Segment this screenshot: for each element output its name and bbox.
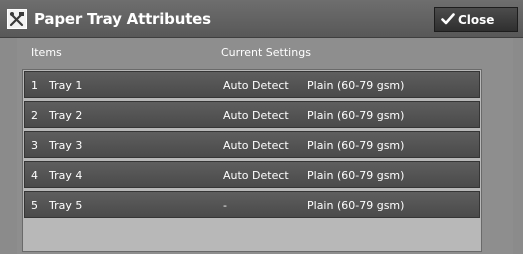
tray-number: 1 — [31, 79, 38, 92]
tray-detect-setting: Auto Detect — [223, 169, 289, 182]
close-button[interactable]: Close — [434, 7, 518, 32]
tray-name: Tray 3 — [49, 139, 83, 152]
page-title: Paper Tray Attributes — [34, 10, 211, 28]
tray-detect-setting: Auto Detect — [223, 109, 289, 122]
tray-paper-setting: Plain (60-79 gsm) — [307, 79, 405, 92]
tray-row-1[interactable]: 1 Tray 1 Auto Detect Plain (60-79 gsm) — [24, 71, 480, 98]
tray-number: 2 — [31, 109, 38, 122]
tray-paper-setting: Plain (60-79 gsm) — [307, 139, 405, 152]
tray-name: Tray 2 — [49, 109, 83, 122]
tray-row-4[interactable]: 4 Tray 4 Auto Detect Plain (60-79 gsm) — [24, 161, 480, 188]
tray-number: 3 — [31, 139, 38, 152]
tray-name: Tray 1 — [49, 79, 83, 92]
tray-attributes-panel: Items Current Settings 1 Tray 1 Auto Det… — [17, 38, 513, 254]
tray-list: 1 Tray 1 Auto Detect Plain (60-79 gsm) 2… — [22, 69, 482, 252]
tray-row-3[interactable]: 3 Tray 3 Auto Detect Plain (60-79 gsm) — [24, 131, 480, 158]
tray-number: 4 — [31, 169, 38, 182]
tray-detect-setting: Auto Detect — [223, 139, 289, 152]
tray-paper-setting: Plain (60-79 gsm) — [307, 199, 405, 212]
tray-name: Tray 5 — [49, 199, 83, 212]
tray-detect-setting: Auto Detect — [223, 79, 289, 92]
close-button-label: Close — [458, 13, 495, 27]
tray-paper-setting: Plain (60-79 gsm) — [307, 169, 405, 182]
tray-name: Tray 4 — [49, 169, 83, 182]
tray-row-2[interactable]: 2 Tray 2 Auto Detect Plain (60-79 gsm) — [24, 101, 480, 128]
tray-detect-setting: - — [223, 199, 227, 212]
column-header-current-settings: Current Settings — [221, 46, 311, 59]
tray-paper-setting: Plain (60-79 gsm) — [307, 109, 405, 122]
checkmark-icon — [441, 13, 455, 28]
tray-row-5[interactable]: 5 Tray 5 - Plain (60-79 gsm) — [24, 191, 480, 218]
paper-tray-tools-icon — [7, 9, 27, 29]
title-bar: Paper Tray Attributes Close — [0, 0, 523, 38]
tray-number: 5 — [31, 199, 38, 212]
column-header-items: Items — [31, 46, 62, 59]
